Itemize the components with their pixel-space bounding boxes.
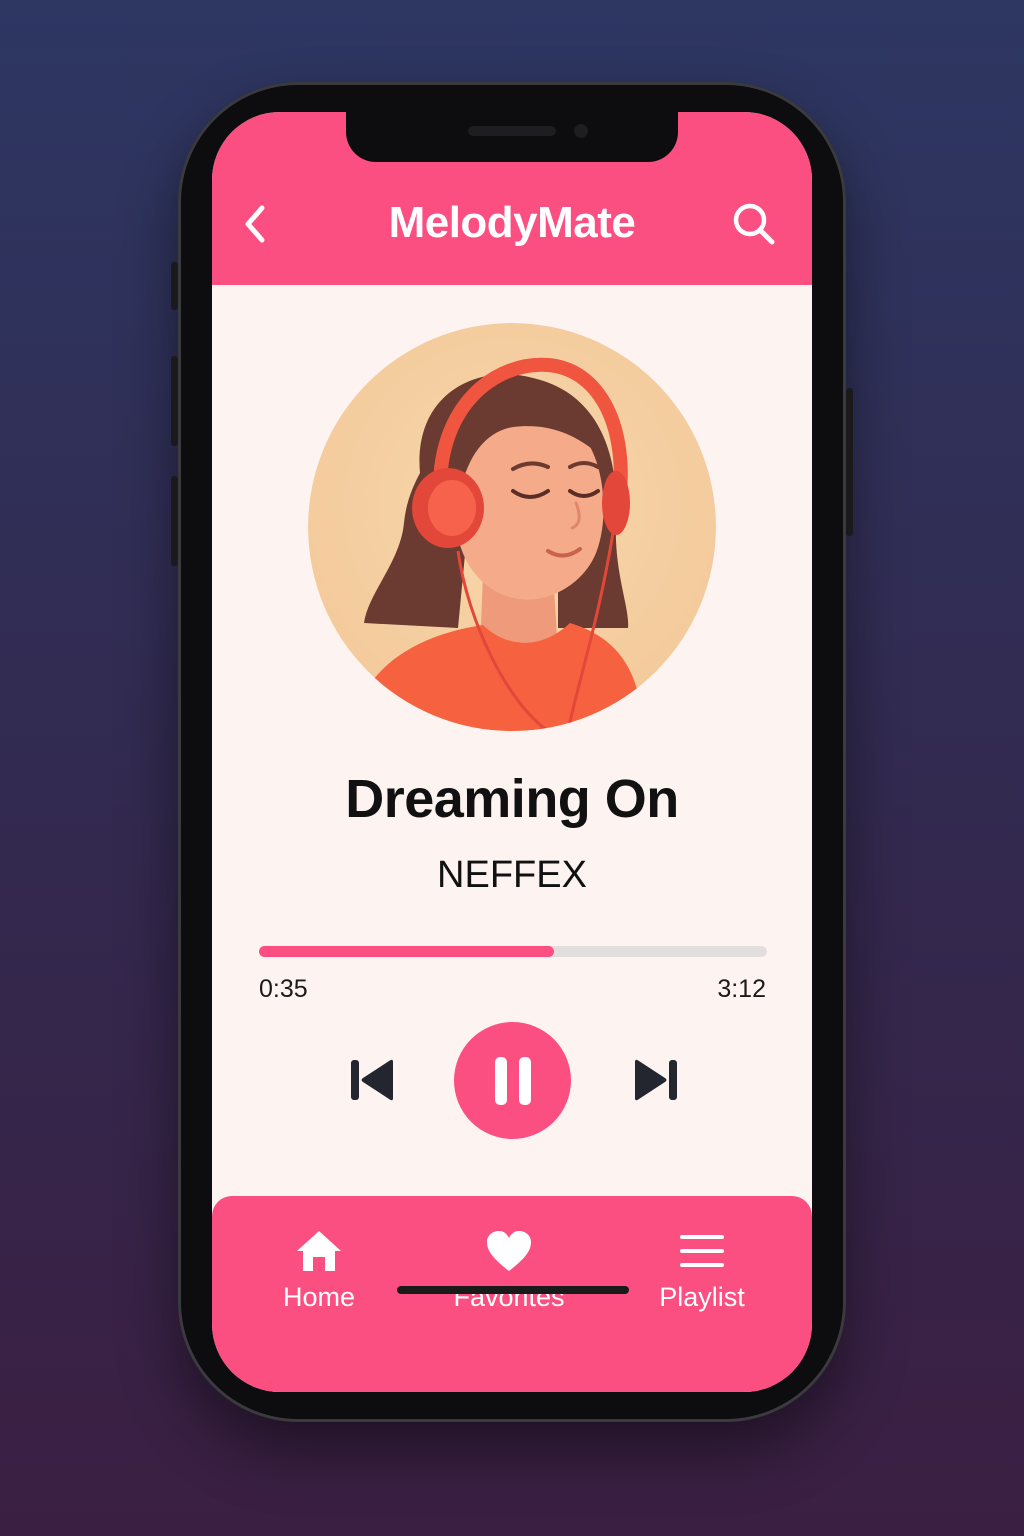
pause-icon <box>494 1056 531 1105</box>
home-indicator <box>397 1286 629 1294</box>
total-duration: 3:12 <box>717 975 766 1003</box>
nav-home-label: Home <box>282 1282 356 1312</box>
volume-up-button <box>171 356 178 446</box>
volume-down-button <box>171 476 178 566</box>
nav-playlist-label: Playlist <box>659 1282 745 1312</box>
bottom-navigation: Home Favorites Playlist <box>212 1196 812 1392</box>
menu-icon <box>680 1235 724 1267</box>
mute-switch <box>171 262 178 310</box>
search-button[interactable] <box>726 194 782 254</box>
cover-illustration <box>308 323 716 731</box>
heart-icon <box>487 1231 531 1271</box>
next-button[interactable] <box>626 1050 686 1110</box>
album-cover <box>308 323 716 731</box>
artist-name: NEFFEX <box>437 854 587 896</box>
home-icon <box>297 1231 341 1271</box>
nav-home[interactable]: Home <box>229 1226 409 1326</box>
phone-notch <box>346 106 678 162</box>
app-screen: MelodyMate Dreaming On NEFFEX 0:35 3:12 … <box>212 112 812 1392</box>
elapsed-time: 0:35 <box>259 975 308 1003</box>
song-title: Dreaming On <box>345 769 679 829</box>
skip-previous-icon <box>351 1059 393 1101</box>
progress-bar[interactable] <box>259 946 767 957</box>
pause-button[interactable] <box>454 1022 571 1139</box>
progress-fill <box>259 946 554 957</box>
front-camera <box>574 124 588 138</box>
app-title: MelodyMate <box>388 198 636 247</box>
power-button <box>846 388 853 536</box>
search-icon <box>733 203 775 245</box>
nav-playlist[interactable]: Playlist <box>612 1226 792 1326</box>
earpiece-speaker <box>468 126 556 136</box>
previous-button[interactable] <box>342 1050 402 1110</box>
skip-next-icon <box>635 1059 677 1101</box>
nav-favorites[interactable]: Favorites <box>419 1226 599 1326</box>
